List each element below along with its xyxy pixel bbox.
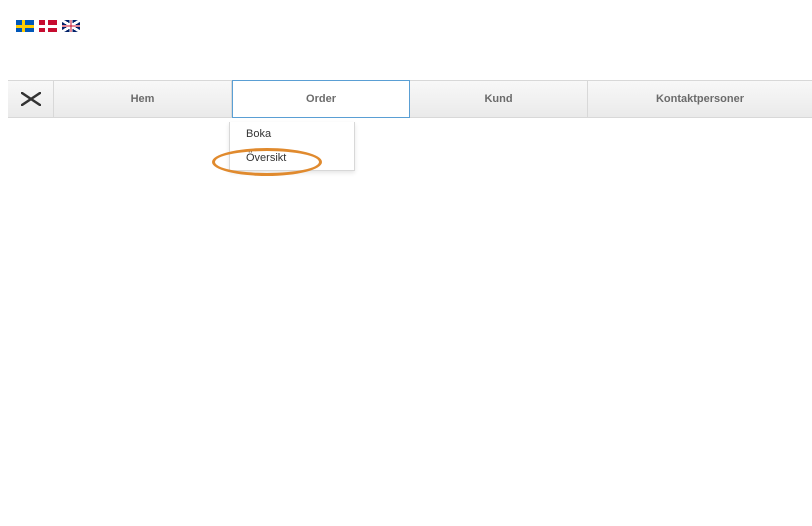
uk-flag-icon[interactable] [62,20,80,32]
tab-kund[interactable]: Kund [410,81,588,117]
tab-label: Order [306,93,336,105]
menu-toggle-button[interactable] [8,81,54,117]
language-flags [0,0,812,32]
order-dropdown-menu: Boka Översikt [229,122,355,171]
dropdown-item-boka[interactable]: Boka [230,122,354,146]
tab-hem[interactable]: Hem [54,81,232,117]
tab-kontaktpersoner[interactable]: Kontaktpersoner [588,81,812,117]
main-navbar: Hem Order Kund Kontaktpersoner [8,80,812,118]
danish-flag-icon[interactable] [39,20,57,32]
close-x-icon [21,92,41,106]
dropdown-item-oversikt[interactable]: Översikt [230,146,354,170]
tab-label: Kund [484,93,512,105]
tab-order[interactable]: Order [232,80,410,118]
tab-label: Hem [131,93,155,105]
dropdown-item-label: Översikt [246,152,286,164]
dropdown-item-label: Boka [246,128,271,140]
tab-label: Kontaktpersoner [656,93,744,105]
swedish-flag-icon[interactable] [16,20,34,32]
